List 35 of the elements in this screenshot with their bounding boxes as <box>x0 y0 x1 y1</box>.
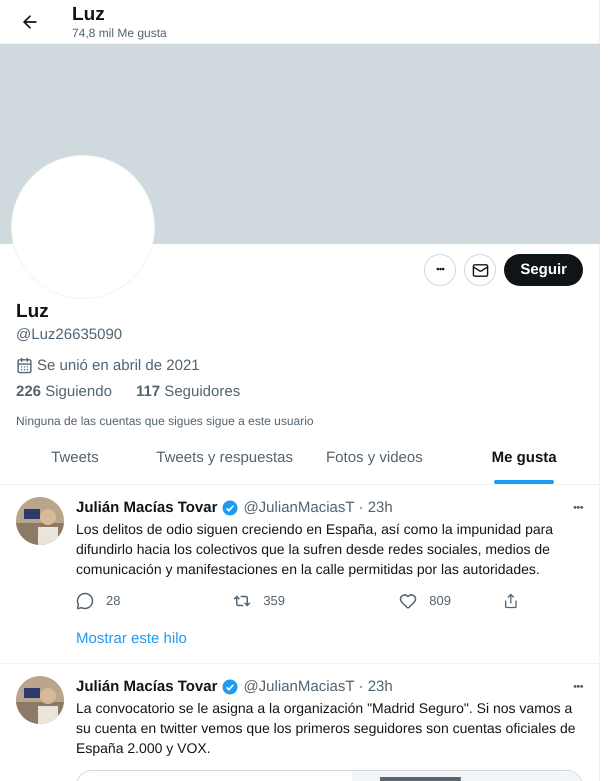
profile-name: Luz <box>16 300 49 324</box>
likes-count: 74,8 mil Me gusta <box>72 26 167 40</box>
reply-icon[interactable] <box>76 592 94 610</box>
profile-tab[interactable]: Tweets y respuestas <box>150 434 300 484</box>
share-icon[interactable] <box>503 592 519 610</box>
like-icon[interactable] <box>399 592 418 610</box>
followers-note: Ninguna de las cuentas que sigues sigue a este usuario <box>16 412 314 430</box>
follow-button[interactable]: Seguir <box>504 254 583 286</box>
tweet-text: La convocatorio se le asigna a la organización "Madrid Seguro". Si nos vamos a su cuenta en twitter vemos que los primeros seguidores son cuentas oficiales de España 2.000 y VOX. <box>76 699 577 758</box>
reply-count: 28 <box>106 592 120 610</box>
profile-tab[interactable]: Tweets <box>0 434 150 484</box>
tweet-time[interactable]: · 23h <box>358 496 393 519</box>
avatar[interactable] <box>16 676 64 724</box>
author-handle[interactable]: @JulianMaciasT <box>243 496 355 519</box>
header-title: Luz <box>72 4 106 26</box>
avatar[interactable] <box>16 496 64 544</box>
tweet-text: Los delitos de odio siguen creciendo en España, así como la impunidad para difundirlo hacia los colectivos que la sufren desde redes sociales, medios de comunicación y manifestaciones en la calle permitidas por las autoridades. <box>76 520 554 579</box>
stat-link[interactable]: 226 Siguiendo <box>16 381 112 404</box>
profile-tab[interactable]: Fotos y videos <box>300 434 450 484</box>
profile-handle: @Luz26635090 <box>16 325 122 345</box>
more-options-button[interactable]: ••• <box>424 254 456 286</box>
message-button[interactable] <box>464 254 496 286</box>
author-name[interactable]: Julián Macías Tovar <box>76 496 218 519</box>
tweet-time[interactable]: · 23h <box>358 676 393 698</box>
more-button[interactable]: ••• <box>573 678 583 695</box>
more-button[interactable]: ••• <box>573 500 583 516</box>
mail-icon <box>472 262 489 278</box>
stat-link[interactable]: 117 Seguidores <box>136 381 240 404</box>
like-count: 809 <box>429 592 451 610</box>
profile-tab[interactable]: Me gusta <box>449 434 599 484</box>
join-date: Se unió en abril de 2021 <box>37 356 200 376</box>
author-name[interactable]: Julián Macías Tovar <box>76 676 218 698</box>
retweet-count: 359 <box>263 592 286 610</box>
author-handle[interactable]: @JulianMaciasT <box>243 676 355 698</box>
calendar-icon <box>16 357 33 374</box>
